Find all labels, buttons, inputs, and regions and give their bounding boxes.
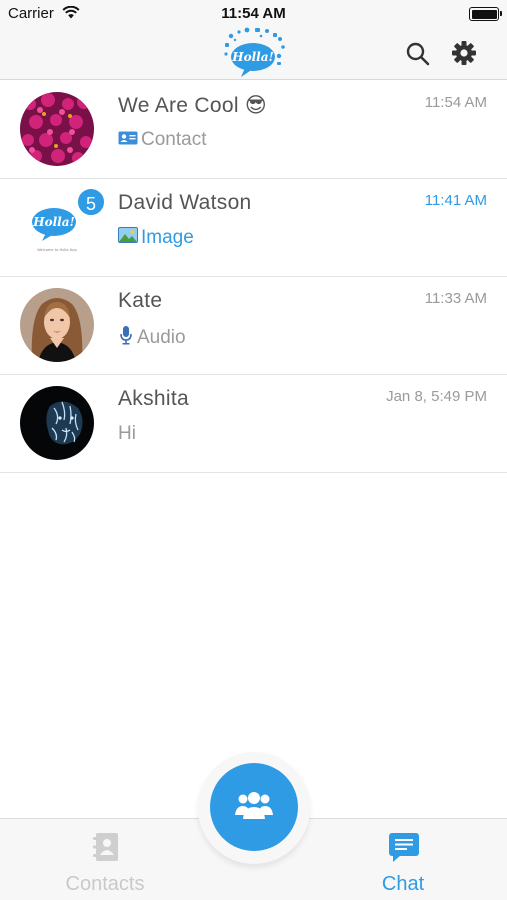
nav-bar: Holla! (0, 26, 507, 80)
chat-preview-text: Audio (137, 327, 186, 348)
chat-time: 11:41 AM (424, 192, 487, 209)
unread-badge: 5 (76, 187, 106, 217)
chat-bubble-icon (388, 831, 420, 863)
holla-logo: Holla! (217, 26, 291, 80)
tab-chat[interactable]: Chat (328, 819, 478, 900)
group-icon (235, 792, 273, 819)
chat-preview-text: Hi (118, 423, 136, 444)
avatar (20, 288, 94, 362)
chat-row-akshita[interactable]: Akshita Jan 8, 5:49 PM Hi (0, 375, 507, 473)
chat-row-david-watson[interactable]: Holla! Welcome to Holla App 5 David Wats… (0, 179, 507, 277)
chat-time: Jan 8, 5:49 PM (386, 388, 487, 405)
chat-preview: Audio (118, 325, 186, 351)
microphone-icon (118, 325, 134, 351)
chat-preview: Hi (118, 423, 136, 445)
chat-name: Akshita (118, 387, 189, 410)
chat-list: We Are Cool 😎 11:54 AM Contact Holla! We… (0, 81, 507, 473)
chat-row-we-are-cool[interactable]: We Are Cool 😎 11:54 AM Contact (0, 81, 507, 179)
contacts-book-icon (90, 831, 122, 863)
chat-preview: Contact (118, 129, 206, 151)
avatar-caption: Welcome to Holla App (37, 248, 77, 252)
status-time: 11:54 AM (221, 5, 286, 22)
chat-preview: Image (118, 227, 194, 249)
chat-name: David Watson (118, 191, 252, 214)
avatar (20, 386, 94, 460)
logo-text: Holla! (231, 50, 274, 64)
chat-name: Kate (118, 289, 163, 312)
search-icon[interactable] (404, 40, 432, 68)
status-bar: Carrier 11:54 AM (0, 0, 507, 28)
chat-row-kate[interactable]: Kate 11:33 AM Audio (0, 277, 507, 375)
avatar-logo-text: Holla! (32, 215, 75, 229)
new-group-button[interactable] (210, 763, 298, 851)
avatar (20, 92, 94, 166)
image-icon (118, 227, 138, 249)
chat-name: We Are Cool 😎 (118, 94, 268, 117)
tab-label: Chat (381, 873, 425, 895)
contact-card-icon (118, 129, 138, 151)
tab-label: Contacts (65, 873, 145, 895)
tab-contacts[interactable]: Contacts (30, 819, 180, 900)
battery-icon (469, 7, 502, 21)
gear-icon[interactable] (450, 39, 478, 67)
chat-preview-text: Image (141, 227, 194, 248)
chat-preview-text: Contact (141, 129, 207, 150)
chat-time: 11:33 AM (424, 290, 487, 307)
chat-time: 11:54 AM (424, 94, 487, 111)
